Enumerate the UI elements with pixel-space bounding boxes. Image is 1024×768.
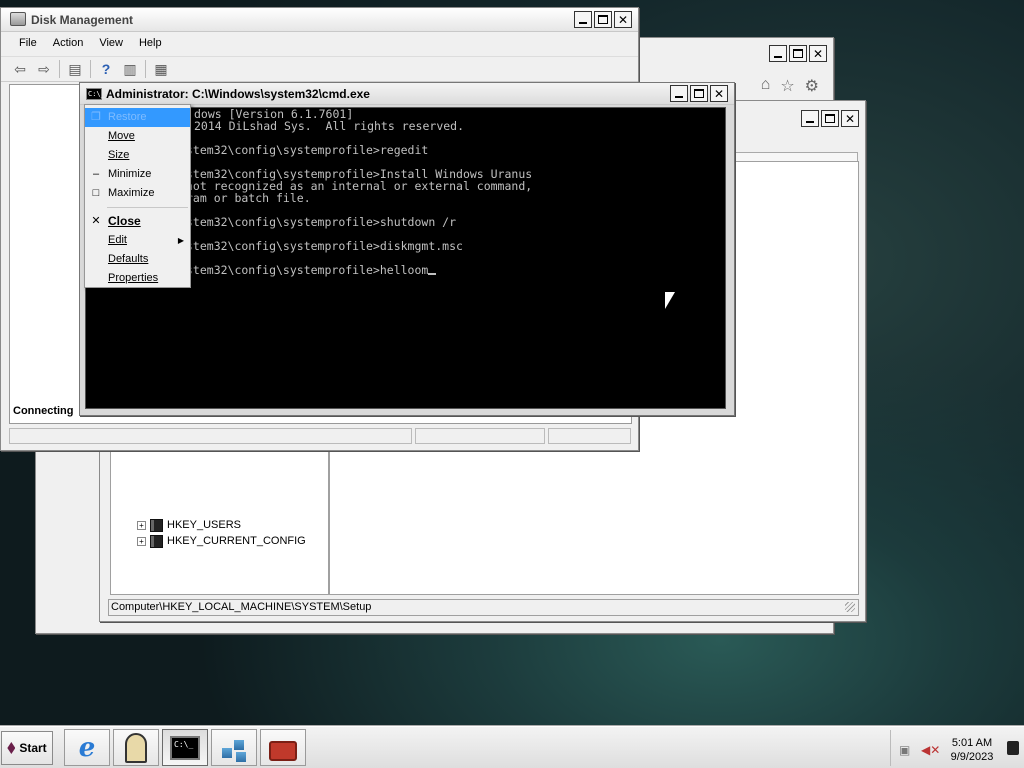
command-prompt-icon: C:\_ [170, 735, 200, 760]
disk-management-app-icon [10, 12, 26, 26]
disk-close-button[interactable]: ✕ [614, 11, 632, 28]
cmd-minimize-button[interactable] [670, 85, 688, 102]
connecting-status-text: Connecting [13, 405, 74, 417]
menu-item-minimize[interactable]: – Minimize [85, 165, 190, 184]
explorer-close-button[interactable]: ✕ [809, 45, 827, 62]
menu-item-restore[interactable]: ❐ Restore [85, 108, 190, 127]
menu-item-size[interactable]: Size [85, 146, 190, 165]
settings-gear-icon[interactable]: ⚙ [805, 76, 819, 96]
system-tray: ▣ ◀✕ 5:01 AM 9/9/2023 [890, 730, 1023, 766]
cmd-titlebar[interactable]: C:\_ Administrator: C:\Windows\system32\… [80, 83, 734, 105]
back-arrow-icon[interactable]: ⇦ [11, 60, 29, 78]
cmd-maximize-button[interactable] [690, 85, 708, 102]
taskbar-clock-app[interactable] [113, 729, 159, 766]
cmd-app-icon[interactable]: C:\_ [86, 88, 105, 100]
registry-hive-icon [150, 518, 163, 532]
forward-arrow-icon[interactable]: ⇨ [35, 60, 53, 78]
regedit-status-bar: Computer\HKEY_LOCAL_MACHINE\SYSTEM\Setup [108, 599, 859, 616]
volume-muted-icon[interactable]: ◀✕ [921, 743, 940, 757]
properties-icon[interactable]: ▦ [152, 60, 170, 78]
maximize-icon: □ [92, 187, 100, 199]
expand-icon[interactable]: + [137, 536, 146, 546]
disk-minimize-button[interactable] [574, 11, 592, 28]
menu-action[interactable]: Action [45, 34, 92, 54]
window-system-menu: ❐ Restore Move Size – Minimize □ Maximiz… [84, 104, 191, 288]
network-cubes-icon [220, 733, 248, 762]
start-button[interactable]: Start [1, 731, 53, 765]
window-title: Disk Management [31, 13, 134, 27]
mouse-pointer-icon [665, 292, 675, 309]
explorer-maximize-button[interactable] [789, 45, 807, 62]
cmd-window-title: Administrator: C:\Windows\system32\cmd.e… [106, 87, 370, 101]
menu-file[interactable]: File [11, 34, 45, 54]
registry-hive-icon [150, 534, 163, 548]
menu-view[interactable]: View [91, 34, 131, 54]
menu-help[interactable]: Help [131, 34, 170, 54]
expand-icon[interactable]: + [137, 520, 146, 530]
menu-item-properties[interactable]: Properties [85, 269, 190, 288]
menu-separator [107, 207, 188, 208]
toolbar: ⇦ ⇨ ▤ ? ▥ ▦ [1, 56, 638, 82]
menu-item-close[interactable]: ✕ Close [85, 212, 190, 231]
text-cursor [428, 273, 437, 275]
resize-grip-icon[interactable] [845, 602, 855, 612]
disk-maximize-button[interactable] [594, 11, 612, 28]
regedit-minimize-button[interactable] [801, 110, 819, 127]
show-action-pane-icon[interactable]: ▥ [121, 60, 139, 78]
show-hide-console-tree-icon[interactable]: ▤ [66, 60, 84, 78]
grandfather-clock-icon [125, 732, 147, 763]
tree-item-hkey-current-config[interactable]: + HKEY_CURRENT_CONFIG [137, 533, 306, 549]
explorer-minimize-button[interactable] [769, 45, 787, 62]
close-icon: ✕ [91, 215, 101, 227]
start-flag-icon [7, 742, 16, 754]
clock-date: 9/9/2023 [950, 751, 994, 763]
show-desktop-button[interactable] [1007, 741, 1019, 755]
disk-management-titlebar[interactable]: Disk Management ✕ [1, 8, 638, 32]
restore-icon: ❐ [91, 111, 101, 123]
taskbar: Start e C:\_ ▣ ◀✕ 5:01 AM 9/9/2023 [0, 726, 1024, 768]
regedit-close-button[interactable]: ✕ [841, 110, 859, 127]
menu-item-maximize[interactable]: □ Maximize [85, 184, 190, 203]
taskbar-internet-explorer[interactable]: e [64, 729, 110, 766]
taskbar-command-prompt[interactable]: C:\_ [162, 729, 208, 766]
taskbar-network-app[interactable] [211, 729, 257, 766]
menu-bar: File Action View Help [1, 34, 638, 54]
regedit-maximize-button[interactable] [821, 110, 839, 127]
help-icon[interactable]: ? [97, 60, 115, 78]
menu-item-defaults[interactable]: Defaults [85, 250, 190, 269]
registry-path-text: Computer\HKEY_LOCAL_MACHINE\SYSTEM\Setup [111, 601, 372, 613]
menu-item-edit[interactable]: Edit ▶ [85, 231, 190, 250]
cmd-close-button[interactable]: ✕ [710, 85, 728, 102]
network-icon[interactable]: ▣ [899, 743, 910, 757]
favorites-star-icon[interactable]: ☆ [780, 76, 794, 96]
disk-status-bar [9, 428, 631, 444]
taskbar-toolbox-app[interactable] [260, 729, 306, 766]
menu-item-move[interactable]: Move [85, 127, 190, 146]
home-icon[interactable]: ⌂ [761, 76, 771, 96]
internet-explorer-icon: e [78, 732, 96, 763]
clock[interactable]: 5:01 AM 9/9/2023 [943, 736, 1001, 764]
tree-item-hkey-users[interactable]: + HKEY_USERS [137, 517, 241, 533]
minimize-icon: – [92, 168, 100, 180]
submenu-arrow-icon: ▶ [177, 236, 184, 245]
toolbox-icon [269, 740, 297, 761]
clock-time: 5:01 AM [951, 737, 993, 749]
